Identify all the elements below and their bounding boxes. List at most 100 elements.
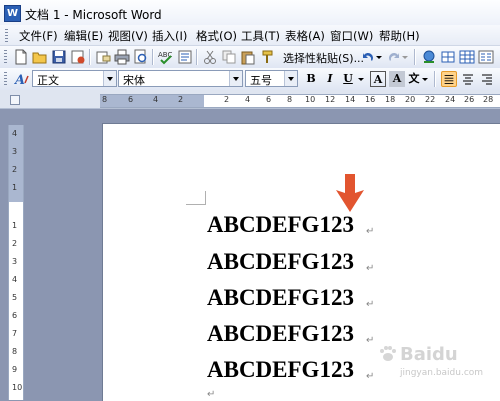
menu-view[interactable]: 视图(V) xyxy=(108,28,148,44)
font-combo[interactable]: 宋体 xyxy=(118,70,243,87)
document-line[interactable]: ABCDEFG123 xyxy=(207,285,354,311)
menu-table[interactable]: 表格(A) xyxy=(285,28,325,44)
hyperlink-icon[interactable] xyxy=(421,49,437,65)
format-painter-icon[interactable] xyxy=(259,49,275,65)
redo-dropdown-icon[interactable] xyxy=(401,49,409,65)
align-center-icon[interactable] xyxy=(460,71,476,87)
font-dropdown-icon[interactable] xyxy=(229,71,242,86)
watermark-text: Baidu xyxy=(400,344,458,365)
style-combo[interactable]: 正文 xyxy=(32,70,117,87)
menu-tools[interactable]: 工具(T) xyxy=(241,28,280,44)
ruler-number: 8 xyxy=(102,95,108,104)
ruler-number: 14 xyxy=(345,95,356,104)
menu-file[interactable]: 文件(F) xyxy=(19,28,58,44)
paste-special-button[interactable]: 选择性粘贴(S)... xyxy=(283,50,364,66)
paragraph-mark-icon: ↵ xyxy=(366,371,375,382)
ruler-number: 2 xyxy=(12,239,18,248)
font-size-dropdown-icon[interactable] xyxy=(284,71,297,86)
align-right-icon[interactable] xyxy=(479,71,495,87)
ruler-number: 10 xyxy=(12,383,23,392)
ruler-left-margin xyxy=(100,95,204,107)
ruler-number: 1 xyxy=(12,221,18,230)
underline-dropdown-icon[interactable] xyxy=(357,71,365,87)
ruler-number: 24 xyxy=(445,95,456,104)
ruler-number: 6 xyxy=(266,95,272,104)
paragraph-mark-icon: ↵ xyxy=(366,226,375,237)
new-icon[interactable] xyxy=(13,49,29,65)
vertical-ruler[interactable]: 4 3 2 1 1 2 3 4 5 6 7 8 9 10 xyxy=(8,125,24,400)
ruler-number: 16 xyxy=(365,95,376,104)
columns-icon[interactable] xyxy=(478,49,494,65)
copy-icon[interactable] xyxy=(221,49,237,65)
ruler-number: 8 xyxy=(287,95,293,104)
redo-icon[interactable] xyxy=(386,49,402,65)
toolbar-separator xyxy=(414,49,416,65)
margin-corner-mark xyxy=(186,191,206,205)
open-icon[interactable] xyxy=(32,49,48,65)
toolbar-grip-icon[interactable] xyxy=(4,72,7,86)
menu-edit[interactable]: 编辑(E) xyxy=(64,28,103,44)
word-app-icon[interactable]: W xyxy=(4,5,21,22)
tab-selector-icon[interactable] xyxy=(10,95,20,105)
style-dropdown-icon[interactable] xyxy=(103,71,116,86)
menu-help[interactable]: 帮助(H) xyxy=(379,28,420,44)
paragraph-mark-icon: ↵ xyxy=(366,263,375,274)
paste-icon[interactable] xyxy=(240,49,256,65)
ruler-number: 2 xyxy=(12,165,18,174)
tables-borders-icon[interactable] xyxy=(440,49,456,65)
ruler-number: 18 xyxy=(385,95,396,104)
paragraph-mark-icon: ↵ xyxy=(366,335,375,346)
research-icon[interactable] xyxy=(177,49,193,65)
annotation-arrow-icon xyxy=(336,174,364,212)
ruler-number: 2 xyxy=(224,95,230,104)
font-size-combo[interactable]: 五号 xyxy=(245,70,298,87)
horizontal-ruler[interactable]: 8 6 4 2 2 4 6 8 10 12 14 16 18 20 22 24 … xyxy=(100,94,500,108)
undo-dropdown-icon[interactable] xyxy=(375,49,383,65)
ruler-number: 5 xyxy=(12,293,18,302)
char-scale-dropdown-icon[interactable] xyxy=(421,71,429,87)
document-line[interactable]: ABCDEFG123 xyxy=(207,212,354,238)
toolbar-separator xyxy=(196,49,198,65)
ruler-number: 20 xyxy=(405,95,416,104)
ruler-number: 2 xyxy=(178,95,184,104)
window-title: 文档 1 - Microsoft Word xyxy=(25,8,162,22)
save-icon[interactable] xyxy=(51,49,67,65)
toolbar-grip-icon[interactable] xyxy=(4,50,7,64)
undo-icon[interactable] xyxy=(360,49,376,65)
ruler-number: 22 xyxy=(425,95,436,104)
cut-icon[interactable] xyxy=(202,49,218,65)
ruler-number: 6 xyxy=(128,95,134,104)
ruler-number: 10 xyxy=(305,95,316,104)
formatting-toolbar: A 正文 宋体 五号 B I U A A 文 xyxy=(0,68,500,91)
menu-bar: 文件(F) 编辑(E) 视图(V) 插入(I) 格式(O) 工具(T) 表格(A… xyxy=(0,25,500,46)
menu-grip-icon[interactable] xyxy=(5,29,8,42)
char-scale-button[interactable]: 文 xyxy=(406,71,422,87)
svg-text:A: A xyxy=(14,73,25,87)
email-icon[interactable] xyxy=(95,49,111,65)
insert-table-icon[interactable] xyxy=(459,49,475,65)
document-line[interactable]: ABCDEFG123 xyxy=(207,357,354,383)
ruler-number: 12 xyxy=(325,95,336,104)
menu-insert[interactable]: 插入(I) xyxy=(152,28,187,44)
spelling-icon[interactable]: ABC xyxy=(158,49,174,65)
standard-toolbar: ABC 选择性粘贴(S)... xyxy=(0,46,500,69)
menu-format[interactable]: 格式(O) xyxy=(196,28,237,44)
char-shading-button[interactable]: A xyxy=(389,71,405,87)
paragraph-mark-icon: ↵ xyxy=(207,389,216,400)
menu-window[interactable]: 窗口(W) xyxy=(330,28,373,44)
styles-formatting-icon[interactable]: A xyxy=(14,71,30,87)
style-combo-value: 正文 xyxy=(37,74,59,87)
document-line[interactable]: ABCDEFG123 xyxy=(207,321,354,347)
permission-icon[interactable] xyxy=(70,49,86,65)
document-line[interactable]: ABCDEFG123 xyxy=(207,249,354,275)
toolbar-separator xyxy=(434,71,436,87)
italic-button[interactable]: I xyxy=(322,71,338,87)
bold-button[interactable]: B xyxy=(303,71,319,87)
print-icon[interactable] xyxy=(114,49,130,65)
char-border-button[interactable]: A xyxy=(370,71,386,87)
align-justify-icon[interactable] xyxy=(441,71,457,87)
toolbar-separator xyxy=(152,49,154,65)
underline-button[interactable]: U xyxy=(340,71,356,87)
print-preview-icon[interactable] xyxy=(133,49,149,65)
watermark-url: jingyan.baidu.com xyxy=(400,368,484,378)
